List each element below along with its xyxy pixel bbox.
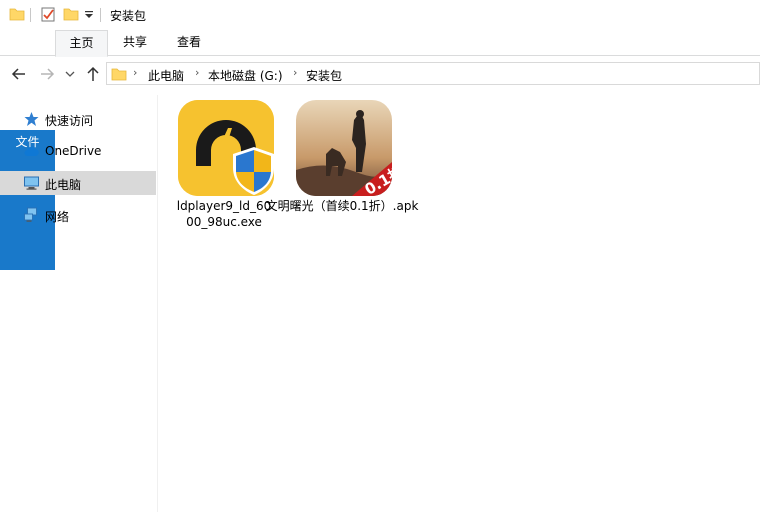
window-title: 安装包 xyxy=(110,9,147,23)
recent-locations-chevron-icon[interactable] xyxy=(64,68,76,80)
file-name-line-2: 00_98uc.exe xyxy=(186,215,262,229)
breadcrumb-chevron-icon[interactable]: › xyxy=(293,66,297,79)
network-icon xyxy=(24,207,37,222)
breadcrumb-chevron-icon[interactable]: › xyxy=(133,66,137,79)
sidebar-item-network[interactable]: 网络 xyxy=(0,203,156,227)
up-arrow-icon[interactable] xyxy=(84,65,102,83)
star-icon xyxy=(24,112,39,126)
properties-icon[interactable] xyxy=(40,6,56,22)
tab-view[interactable]: 查看 xyxy=(162,30,216,56)
sidebar-item-label: 此电脑 xyxy=(45,178,82,192)
breadcrumb-chevron-icon[interactable]: › xyxy=(195,66,199,79)
sidebar-item-quick-access[interactable]: 快速访问 xyxy=(0,107,156,131)
tab-share[interactable]: 共享 xyxy=(108,30,162,56)
customize-toolbar-dropdown-icon[interactable] xyxy=(84,10,94,20)
ldplayer-app-icon xyxy=(178,100,274,196)
toolbar-separator xyxy=(30,8,31,22)
tab-home[interactable]: 主页 xyxy=(55,30,108,57)
sidebar-item-onedrive[interactable]: OneDrive xyxy=(0,139,156,163)
folder-icon xyxy=(111,68,127,81)
new-folder-icon[interactable] xyxy=(63,6,79,22)
ldplayer-logo-icon xyxy=(178,100,274,196)
folder-icon[interactable] xyxy=(9,6,25,22)
sidebar-item-this-pc[interactable]: 此电脑 xyxy=(0,171,156,195)
breadcrumb-current-folder[interactable]: 安装包 xyxy=(306,67,342,84)
file-name: 文明曙光（首续0.1折）.apk xyxy=(265,199,419,213)
breadcrumb-this-pc[interactable]: 此电脑 xyxy=(148,67,184,84)
sidebar-item-label: OneDrive xyxy=(45,144,102,158)
title-separator xyxy=(100,8,101,22)
game-artwork-icon: 0.1折 xyxy=(296,100,392,196)
address-bar[interactable]: › 此电脑 › 本地磁盘 (G:) › 安装包 xyxy=(106,62,760,85)
game-app-icon: 0.1折 xyxy=(296,100,392,196)
breadcrumb-local-disk[interactable]: 本地磁盘 (G:) xyxy=(208,67,283,84)
back-arrow-icon[interactable] xyxy=(10,65,28,83)
file-item[interactable]: ldplayer9_ld_60 00_98uc.exe xyxy=(170,100,278,240)
computer-icon xyxy=(24,176,39,190)
cloud-icon xyxy=(24,146,39,156)
title-bar: 安装包 xyxy=(0,0,760,30)
ribbon-tabs: 文件 主页 共享 查看 xyxy=(0,30,760,270)
navigation-pane: 快速访问 OneDrive 此电脑 网络 xyxy=(0,95,158,512)
sidebar-item-label: 快速访问 xyxy=(45,114,94,128)
sidebar-item-label: 网络 xyxy=(45,210,70,224)
forward-arrow-icon[interactable] xyxy=(38,65,56,83)
file-item[interactable]: 0.1折 文明曙光（首续0.1折）.apk xyxy=(266,100,449,240)
